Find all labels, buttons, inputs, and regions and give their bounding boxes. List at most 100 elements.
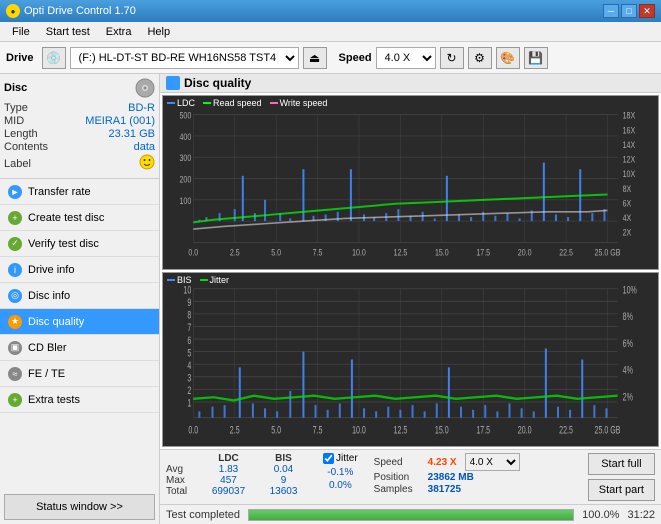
minimize-button[interactable]: ─ (603, 4, 619, 18)
sidebar-item-label-drive-info: Drive info (28, 264, 74, 276)
stats-avg-row: Avg 1.83 0.04 (166, 464, 311, 475)
drive-icon: 💿 (42, 47, 66, 69)
palette-button[interactable]: 🎨 (496, 47, 520, 69)
sidebar-item-verify-test-disc[interactable]: ✓ Verify test disc (0, 231, 159, 257)
legend-write-dot (270, 102, 278, 104)
menu-bar: File Start test Extra Help (0, 22, 661, 42)
progress-percentage: 100.0% (582, 509, 619, 521)
speed-label: Speed (339, 52, 372, 64)
speed-select[interactable]: 4.0 X (376, 47, 436, 69)
maximize-button[interactable]: □ (621, 4, 637, 18)
menu-file[interactable]: File (4, 24, 38, 40)
svg-text:0.0: 0.0 (188, 424, 198, 436)
menu-help[interactable]: Help (139, 24, 178, 40)
drive-info-icon: i (8, 263, 22, 277)
fe-te-icon: ≈ (8, 367, 22, 381)
svg-text:10X: 10X (623, 169, 636, 179)
stats-header-row: LDC BIS (166, 453, 311, 464)
sidebar-item-transfer-rate[interactable]: ► Transfer rate (0, 179, 159, 205)
disc-length-row: Length 23.31 GB (4, 128, 155, 140)
refresh-button[interactable]: ↻ (440, 47, 464, 69)
chart-bottom-svg: 10 9 8 7 6 5 4 3 2 1 10% 8% 6% 4% 2% (163, 273, 658, 446)
start-full-button[interactable]: Start full (588, 453, 655, 475)
sidebar-item-disc-info[interactable]: ◎ Disc info (0, 283, 159, 309)
disc-type-label: Type (4, 102, 28, 114)
sidebar-item-label-create: Create test disc (28, 212, 104, 224)
jitter-label: Jitter (336, 453, 358, 464)
close-button[interactable]: ✕ (639, 4, 655, 18)
disc-quality-header-icon (166, 76, 180, 90)
svg-text:500: 500 (180, 111, 192, 121)
sidebar-menu: ► Transfer rate + Create test disc ✓ Ver… (0, 179, 159, 490)
cd-bler-icon: ▣ (8, 341, 22, 355)
disc-quality-header: Disc quality (160, 74, 661, 93)
jitter-section: Jitter -0.1% 0.0% (323, 453, 358, 493)
svg-text:10: 10 (183, 284, 191, 296)
samples-label: Samples (374, 484, 424, 495)
speed-row-label: Speed (374, 457, 424, 468)
sidebar-item-label-extra-tests: Extra tests (28, 394, 80, 406)
svg-text:10%: 10% (623, 284, 637, 296)
legend-read-dot (203, 102, 211, 104)
disc-label-label: Label (4, 158, 31, 170)
sidebar-item-create-test-disc[interactable]: + Create test disc (0, 205, 159, 231)
legend-ldc-label: LDC (177, 98, 195, 108)
svg-text:2.5: 2.5 (230, 424, 240, 436)
svg-text:17.5: 17.5 (476, 424, 490, 436)
progress-bar-fill (249, 510, 573, 520)
speed-position-area: Speed 4.23 X 4.0 X Position 23862 MB Sam… (374, 453, 520, 496)
svg-text:25.0 GB: 25.0 GB (595, 248, 621, 258)
sidebar-item-extra-tests[interactable]: + Extra tests (0, 387, 159, 413)
stats-avg-bis: 0.04 (256, 464, 311, 475)
stats-ldc-header: LDC (201, 453, 256, 464)
svg-text:2X: 2X (623, 228, 632, 238)
drive-select[interactable]: (F:) HL-DT-ST BD-RE WH16NS58 TST4 (70, 47, 299, 69)
sidebar-item-drive-info[interactable]: i Drive info (0, 257, 159, 283)
stats-bis-header: BIS (256, 453, 311, 464)
menu-start-test[interactable]: Start test (38, 24, 98, 40)
svg-text:25.0 GB: 25.0 GB (595, 424, 621, 436)
stats-max-bis: 9 (256, 475, 311, 486)
sidebar-item-label-fe-te: FE / TE (28, 368, 65, 380)
svg-text:2: 2 (187, 385, 191, 397)
transfer-rate-icon: ► (8, 185, 22, 199)
disc-type-value: BD-R (128, 102, 155, 114)
sidebar-item-fe-te[interactable]: ≈ FE / TE (0, 361, 159, 387)
settings-button[interactable]: ⚙ (468, 47, 492, 69)
disc-quality-icon: ★ (8, 315, 22, 329)
svg-text:18X: 18X (623, 111, 636, 121)
svg-text:15.0: 15.0 (435, 424, 449, 436)
stats-empty-header (166, 453, 201, 464)
disc-length-value: 23.31 GB (109, 128, 155, 140)
legend-ldc: LDC (167, 98, 195, 108)
sidebar-item-disc-quality[interactable]: ★ Disc quality (0, 309, 159, 335)
sidebar: Disc Type BD-R MID MEIRA1 (001) Length 2… (0, 74, 160, 524)
menu-extra[interactable]: Extra (98, 24, 140, 40)
sidebar-item-cd-bler[interactable]: ▣ CD Bler (0, 335, 159, 361)
legend-bis: BIS (167, 275, 192, 285)
stats-table: LDC BIS Avg 1.83 0.04 Max 457 9 Total 69… (166, 453, 311, 497)
drive-label: Drive (6, 52, 34, 64)
speed-row-select[interactable]: 4.0 X (465, 453, 520, 471)
chart-top-legend: LDC Read speed Write speed (167, 98, 327, 108)
main-area: Disc Type BD-R MID MEIRA1 (001) Length 2… (0, 74, 661, 524)
svg-text:7.5: 7.5 (313, 424, 323, 436)
jitter-max-val: 0.0% (323, 480, 358, 491)
start-part-button[interactable]: Start part (588, 479, 655, 501)
svg-text:300: 300 (180, 153, 192, 163)
eject-button[interactable]: ⏏ (303, 47, 327, 69)
status-window-button[interactable]: Status window >> (4, 494, 155, 520)
sidebar-item-label-transfer-rate: Transfer rate (28, 186, 91, 198)
jitter-checkbox[interactable] (323, 453, 334, 464)
svg-text:15.0: 15.0 (435, 248, 449, 258)
title-bar: ● Opti Drive Control 1.70 ─ □ ✕ (0, 0, 661, 22)
charts-area: LDC Read speed Write speed (160, 93, 661, 449)
jitter-header: Jitter (323, 453, 358, 464)
svg-text:7.5: 7.5 (313, 248, 323, 258)
elapsed-time: 31:22 (627, 509, 655, 521)
title-bar-left: ● Opti Drive Control 1.70 (6, 4, 136, 18)
stats-max-row: Max 457 9 (166, 475, 311, 486)
svg-text:20.0: 20.0 (518, 248, 532, 258)
save-button[interactable]: 💾 (524, 47, 548, 69)
app-icon: ● (6, 4, 20, 18)
